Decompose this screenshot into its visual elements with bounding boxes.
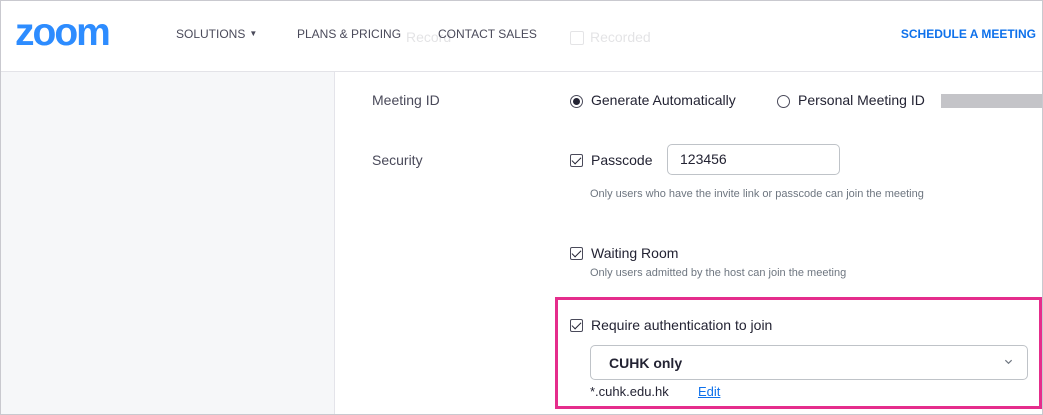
scrolled-ghost-text: Recorded bbox=[590, 29, 651, 45]
scrolled-ghost-label: Record bbox=[406, 29, 452, 45]
waiting-room-hint: Only users admitted by the host can join… bbox=[590, 267, 847, 279]
nav-contact-sales[interactable]: CONTACT SALES bbox=[438, 27, 537, 41]
top-nav-bar: zoom SOLUTIONS ▼ PLANS & PRICING CONTACT … bbox=[1, 1, 1042, 72]
passcode-checkbox[interactable] bbox=[570, 154, 583, 167]
auth-option-select[interactable]: CUHK only bbox=[590, 345, 1028, 380]
nav-solutions[interactable]: SOLUTIONS ▼ bbox=[176, 27, 257, 41]
generate-automatically-radio[interactable] bbox=[570, 95, 583, 108]
passcode-hint: Only users who have the invite link or p… bbox=[590, 188, 924, 200]
nav-plans-pricing[interactable]: PLANS & PRICING bbox=[297, 27, 401, 41]
security-label: Security bbox=[372, 152, 423, 168]
require-auth-checkbox[interactable] bbox=[570, 319, 583, 332]
auth-domain-text: *.cuhk.edu.hk bbox=[590, 384, 669, 399]
personal-meeting-id-radio[interactable] bbox=[777, 95, 790, 108]
meeting-id-label: Meeting ID bbox=[372, 92, 440, 108]
zoom-logo[interactable]: zoom bbox=[15, 13, 111, 52]
edit-auth-link[interactable]: Edit bbox=[698, 384, 720, 399]
generate-automatically-label[interactable]: Generate Automatically bbox=[591, 92, 736, 108]
nav-solutions-label: SOLUTIONS bbox=[176, 27, 246, 41]
passcode-input[interactable]: 123456 bbox=[667, 144, 840, 175]
waiting-room-checkbox[interactable] bbox=[570, 247, 583, 260]
chevron-down-icon bbox=[1004, 359, 1013, 365]
scrolled-ghost-checkbox bbox=[570, 31, 584, 45]
schedule-meeting-link[interactable]: SCHEDULE A MEETING bbox=[901, 27, 1036, 41]
redacted-meeting-id bbox=[941, 94, 1042, 108]
caret-down-icon: ▼ bbox=[249, 29, 258, 38]
app-window: zoom SOLUTIONS ▼ PLANS & PRICING CONTACT … bbox=[0, 0, 1043, 415]
passcode-label[interactable]: Passcode bbox=[591, 152, 652, 168]
require-auth-label[interactable]: Require authentication to join bbox=[591, 317, 772, 333]
personal-meeting-id-label[interactable]: Personal Meeting ID bbox=[798, 92, 925, 108]
auth-option-value: CUHK only bbox=[609, 355, 683, 371]
left-sidebar bbox=[1, 72, 335, 414]
waiting-room-label[interactable]: Waiting Room bbox=[591, 245, 678, 261]
